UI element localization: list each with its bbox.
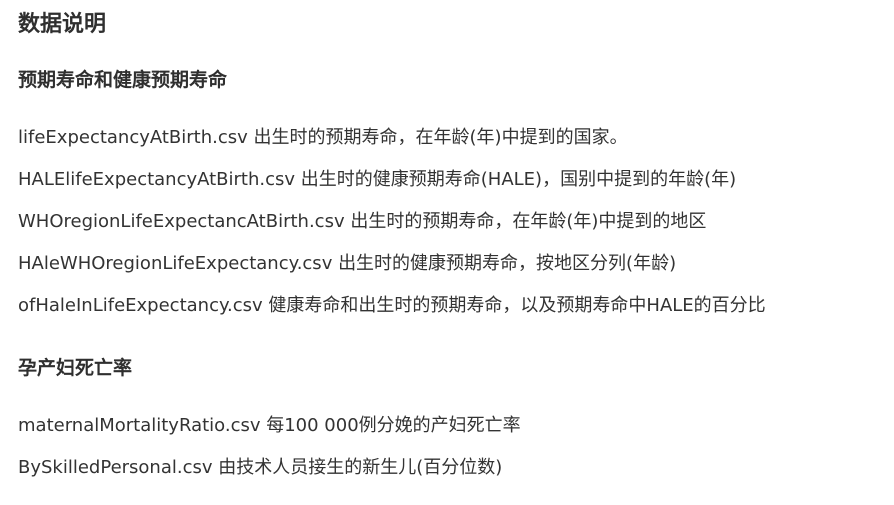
- section-heading-life-expectancy: 预期寿命和健康预期寿命: [18, 69, 228, 91]
- section-heading-maternal-mortality: 孕产妇死亡率: [18, 357, 133, 379]
- list-item: BySkilledPersonal.csv 由技术人员接生的新生儿(百分位数): [18, 457, 503, 478]
- list-item: HALElifeExpectancyAtBirth.csv 出生时的健康预期寿命…: [18, 169, 737, 190]
- list-item: lifeExpectancyAtBirth.csv 出生时的预期寿命，在年龄(年…: [18, 127, 628, 148]
- list-item: maternalMortalityRatio.csv 每100 000例分娩的产…: [18, 415, 521, 436]
- list-item: HAleWHOregionLifeExpectancy.csv 出生时的健康预期…: [18, 253, 677, 274]
- list-item: ofHaleInLifeExpectancy.csv 健康寿命和出生时的预期寿命…: [18, 295, 766, 316]
- page-title: 数据说明: [18, 12, 107, 37]
- list-item: WHOregionLifeExpectancAtBirth.csv 出生时的预期…: [18, 211, 707, 232]
